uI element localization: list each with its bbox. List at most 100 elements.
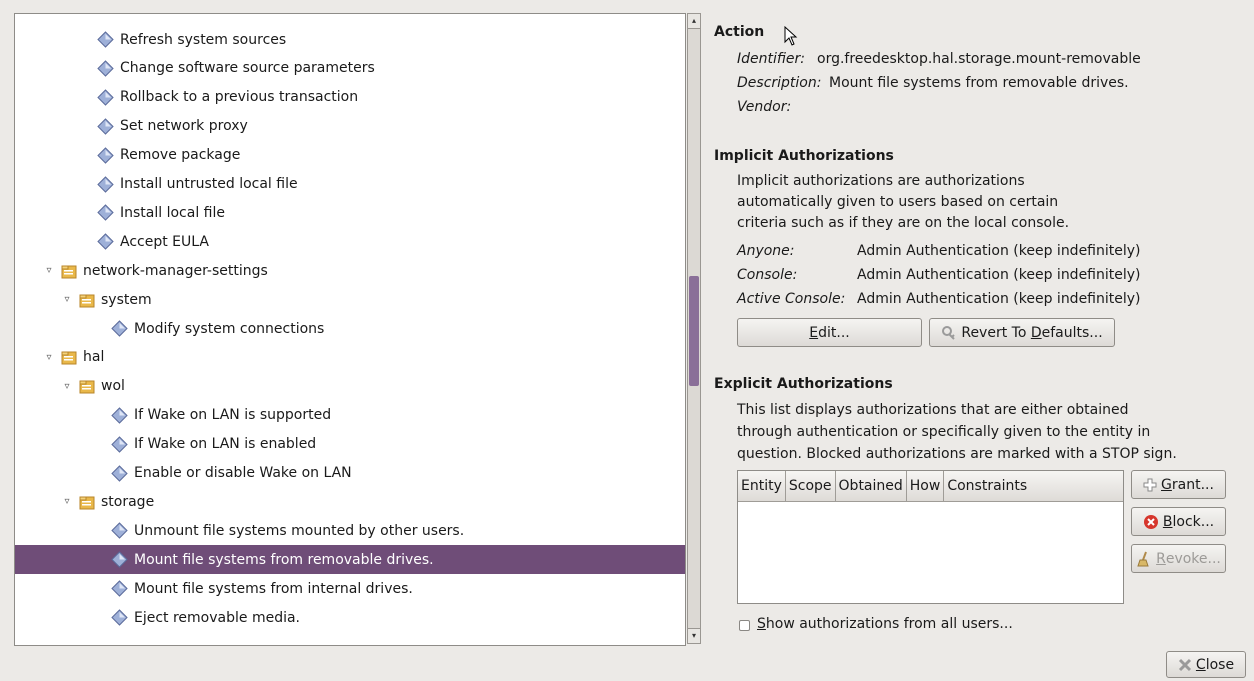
action-diamond-icon xyxy=(97,60,114,77)
scroll-up-arrow-icon[interactable]: ▴ xyxy=(688,14,700,29)
show-all-users-checkbox[interactable] xyxy=(739,620,750,631)
revoke-label: evoke... xyxy=(1165,550,1221,567)
explicit-heading: Explicit Authorizations xyxy=(714,376,893,392)
action-diamond-icon xyxy=(111,609,128,626)
column-header-scope[interactable]: Scope xyxy=(786,471,836,501)
tree-group-row[interactable]: ▿ network-manager-settings xyxy=(15,256,685,285)
tree-row-label: Change software source parameters xyxy=(120,60,375,77)
tree-action-row[interactable]: Rollback to a previous transaction xyxy=(15,83,685,112)
console-label: Console: xyxy=(737,267,798,283)
tree-row-label: Rollback to a previous transaction xyxy=(120,89,359,106)
action-diamond-icon xyxy=(97,204,114,222)
expander-icon[interactable]: ▿ xyxy=(61,496,73,507)
description-label: Description: xyxy=(737,75,822,91)
tree-row-partial[interactable] xyxy=(15,14,685,24)
show-all-text: how authorizations from all users... xyxy=(765,616,1013,632)
block-label: lock... xyxy=(1172,513,1215,530)
description-value: Mount file systems from removable drives… xyxy=(829,75,1129,91)
revert-label-post: efaults... xyxy=(1041,324,1103,341)
action-diamond-icon xyxy=(111,580,128,597)
tree-action-row[interactable]: Set network proxy xyxy=(15,112,685,141)
expander-icon[interactable]: ▿ xyxy=(61,294,73,305)
tree-row-label: Set network proxy xyxy=(120,118,248,135)
action-tree[interactable]: Refresh system sources Change software so… xyxy=(14,13,686,646)
revert-label-pre: Revert To xyxy=(961,324,1031,341)
tree-action-row[interactable]: Refresh system sources xyxy=(15,25,685,54)
tree-row-label: storage xyxy=(101,493,155,510)
tree-row-label: Accept EULA xyxy=(120,233,209,250)
expander-icon[interactable]: ▿ xyxy=(43,265,55,276)
tree-row-label: hal xyxy=(83,349,105,366)
block-mnemonic: B xyxy=(1162,513,1173,530)
tree-action-row[interactable]: Accept EULA xyxy=(15,227,685,256)
tree-action-row[interactable]: Modify system connections xyxy=(15,314,685,343)
scroll-down-arrow-icon[interactable]: ▾ xyxy=(688,628,700,643)
folder-icon xyxy=(79,378,95,394)
action-diamond-icon xyxy=(97,233,114,251)
tree-group-row[interactable]: ▿ wol xyxy=(15,372,685,401)
column-header-how[interactable]: How xyxy=(907,471,945,501)
active-console-value: Admin Authentication (keep indefinitely) xyxy=(857,291,1141,307)
action-diamond-icon xyxy=(97,175,114,193)
tree-action-row[interactable]: If Wake on LAN is enabled xyxy=(15,430,685,459)
anyone-label: Anyone: xyxy=(737,243,795,259)
tree-row-label: If Wake on LAN is supported xyxy=(134,407,332,424)
show-all-mnemonic: S xyxy=(757,616,766,632)
action-diamond-icon xyxy=(111,320,128,337)
tree-row-label: Mount file systems from internal drives. xyxy=(134,580,413,597)
expander-icon[interactable]: ▿ xyxy=(43,352,55,363)
expander-icon[interactable]: ▿ xyxy=(61,381,73,392)
tree-action-row[interactable]: Mount file systems from removable drives… xyxy=(15,545,685,575)
edit-label: dit... xyxy=(818,324,850,341)
tree-scrollbar[interactable]: ▴ ▾ xyxy=(687,13,701,644)
action-diamond-icon xyxy=(97,117,114,135)
tree-row-label: Install local file xyxy=(120,204,225,221)
tree-row-label: Install untrusted local file xyxy=(120,176,298,192)
tree-group-row[interactable]: ▿ hal xyxy=(15,343,685,372)
tree-group-row[interactable]: ▿ system xyxy=(15,285,685,314)
revert-to-defaults-button[interactable]: Revert To Defaults... xyxy=(929,318,1115,347)
stop-sign-icon xyxy=(1143,514,1159,530)
implicit-text-2: automatically given to users based on ce… xyxy=(737,194,1059,210)
grant-label: rant... xyxy=(1171,476,1214,493)
action-diamond-icon xyxy=(111,522,128,540)
column-header-obtained[interactable]: Obtained xyxy=(836,471,907,501)
tree-action-row[interactable]: Install local file xyxy=(15,198,685,227)
tree-row-label: Eject removable media. xyxy=(134,609,301,626)
tree-group-row[interactable]: ▿ storage xyxy=(15,487,685,516)
tree-action-row[interactable]: Mount file systems from internal drives. xyxy=(15,574,685,603)
tree-action-row[interactable]: Remove package xyxy=(15,141,685,170)
tree-action-row[interactable]: Change software source parameters xyxy=(15,54,685,83)
close-button[interactable]: Close xyxy=(1166,651,1246,678)
explicit-text-1: This list displays authorizations that a… xyxy=(737,402,1129,418)
folder-icon xyxy=(79,494,95,510)
anyone-value: Admin Authentication (keep indefinitely) xyxy=(857,243,1141,259)
explicit-authorizations-table[interactable]: Entity Scope Obtained How Constraints xyxy=(737,470,1124,604)
tree-action-row[interactable]: Enable or disable Wake on LAN xyxy=(15,459,685,488)
column-header-constraints[interactable]: Constraints xyxy=(944,471,1123,501)
close-mnemonic: C xyxy=(1195,656,1206,673)
tree-action-row[interactable]: Install untrusted local file xyxy=(15,170,685,199)
show-all-users-label[interactable]: Show authorizations from all users... xyxy=(757,616,1013,632)
grant-mnemonic: G xyxy=(1161,476,1172,493)
scroll-thumb[interactable] xyxy=(689,276,699,386)
key-icon xyxy=(941,325,957,341)
column-header-entity[interactable]: Entity xyxy=(738,471,786,501)
mouse-pointer-icon xyxy=(784,26,798,46)
close-label: lose xyxy=(1205,656,1235,673)
revoke-mnemonic: R xyxy=(1156,550,1166,567)
folder-icon xyxy=(79,292,95,308)
broom-icon xyxy=(1136,551,1152,567)
revoke-button[interactable]: Revoke... xyxy=(1131,544,1226,573)
grant-button[interactable]: Grant... xyxy=(1131,470,1226,499)
action-diamond-icon xyxy=(97,31,114,48)
identifier-label: Identifier: xyxy=(737,51,806,67)
block-button[interactable]: Block... xyxy=(1131,507,1226,536)
action-diamond-icon xyxy=(111,435,128,453)
tree-action-row[interactable]: Eject removable media. xyxy=(15,603,685,632)
edit-button[interactable]: Edit... xyxy=(737,318,922,347)
tree-action-row[interactable]: Unmount file systems mounted by other us… xyxy=(15,516,685,545)
plus-icon xyxy=(1143,478,1157,492)
tree-action-row[interactable]: If Wake on LAN is supported xyxy=(15,401,685,430)
tree-row-label: Enable or disable Wake on LAN xyxy=(134,465,352,481)
